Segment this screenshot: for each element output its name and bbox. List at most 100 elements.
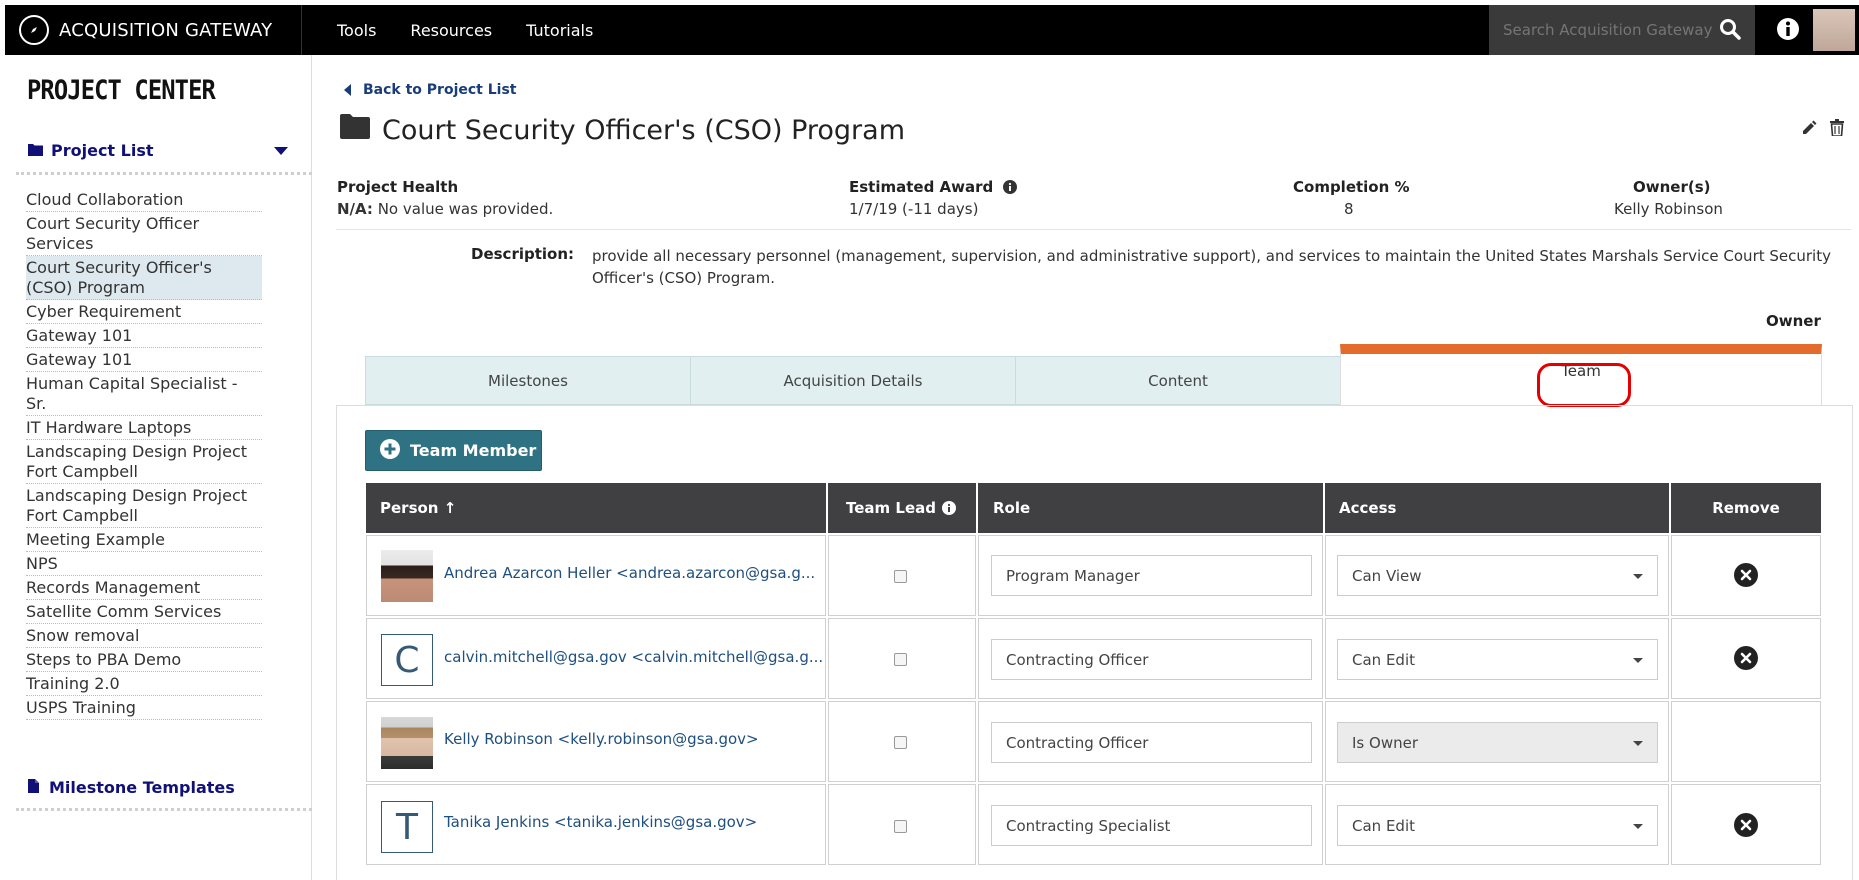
team-lead-checkbox[interactable]	[894, 570, 907, 583]
sidebar-item-project[interactable]: Snow removal	[26, 624, 262, 648]
estimated-award-label: Estimated Award	[849, 178, 1017, 198]
sidebar-item-project[interactable]: Human Capital Specialist - Sr.	[26, 372, 262, 416]
avatar-initial: T	[381, 801, 433, 853]
role-input[interactable]	[991, 722, 1312, 763]
access-value: Can Edit	[1352, 650, 1415, 669]
info-icon[interactable]	[1776, 17, 1800, 45]
sidebar-item-project[interactable]: Cyber Requirement	[26, 300, 262, 324]
person-name-link[interactable]: Andrea Azarcon Heller <andrea.azarcon@gs…	[444, 564, 815, 582]
project-health-value: N/A: No value was provided.	[337, 200, 553, 218]
project-health-na: N/A:	[337, 200, 373, 218]
user-avatar[interactable]	[1813, 9, 1855, 51]
chevron-down-icon	[1633, 824, 1643, 829]
access-select[interactable]: Can Edit	[1337, 639, 1658, 680]
sidebar-item-project[interactable]: Gateway 101	[26, 348, 262, 372]
search-box	[1489, 5, 1755, 55]
tab-acquisition-details[interactable]: Acquisition Details	[690, 356, 1016, 405]
tab-milestones[interactable]: Milestones	[365, 356, 691, 405]
page-title-text: Court Security Officer's (CSO) Program	[382, 114, 906, 146]
add-team-member-button[interactable]: Team Member	[365, 430, 542, 471]
column-header-access: Access	[1325, 483, 1669, 533]
milestone-templates-label: Milestone Templates	[49, 778, 235, 797]
project-health-text: No value was provided.	[377, 200, 554, 218]
sidebar-item-project[interactable]: Landscaping Design Project Fort Campbell	[26, 440, 262, 484]
chevron-down-icon	[1633, 741, 1643, 746]
person-name-link[interactable]: Kelly Robinson <kelly.robinson@gsa.gov>	[444, 730, 759, 748]
project-list-toggle[interactable]: Project List	[28, 141, 296, 160]
sidebar-item-project[interactable]: Satellite Comm Services	[26, 600, 262, 624]
chevron-down-icon	[1633, 658, 1643, 663]
remove-icon[interactable]	[1734, 813, 1758, 841]
sidebar-item-project[interactable]: NPS	[26, 552, 262, 576]
trash-icon[interactable]	[1830, 119, 1844, 140]
sidebar-item-project[interactable]: IT Hardware Laptops	[26, 416, 262, 440]
nav-tutorials[interactable]: Tutorials	[526, 21, 593, 40]
divider	[336, 229, 1851, 230]
role-input[interactable]	[991, 639, 1312, 680]
nav-tools[interactable]: Tools	[337, 21, 376, 40]
search-input[interactable]	[1503, 21, 1713, 39]
back-to-project-list-link[interactable]: Back to Project List	[344, 82, 516, 98]
column-header-person[interactable]: Person ↑	[366, 483, 826, 533]
add-team-member-label: Team Member	[410, 441, 537, 460]
owners-label: Owner(s)	[1633, 178, 1711, 196]
page-title: Court Security Officer's (CSO) Program	[340, 114, 905, 146]
remove-icon[interactable]	[1734, 646, 1758, 674]
sidebar-item-project[interactable]: Training 2.0	[26, 672, 262, 696]
access-select[interactable]: Can View	[1337, 555, 1658, 596]
chevron-left-icon	[344, 84, 351, 96]
person-name-link[interactable]: calvin.mitchell@gsa.gov <calvin.mitchell…	[444, 648, 823, 666]
sidebar-item-project[interactable]: Meeting Example	[26, 528, 262, 552]
sidebar-item-project[interactable]: Records Management	[26, 576, 262, 600]
estimated-award-text: Estimated Award	[849, 178, 994, 196]
owners-value: Kelly Robinson	[1614, 200, 1723, 218]
person-name-link[interactable]: Tanika Jenkins <tanika.jenkins@gsa.gov>	[444, 813, 757, 831]
sidebar-item-project[interactable]: Gateway 101	[26, 324, 262, 348]
avatar	[381, 717, 433, 769]
description-label: Description:	[471, 245, 575, 263]
access-value: Is Owner	[1352, 733, 1418, 752]
pencil-icon[interactable]	[1801, 120, 1817, 140]
search-icon[interactable]	[1719, 18, 1741, 44]
top-nav-links: Tools Resources Tutorials	[302, 21, 593, 40]
team-lead-checkbox[interactable]	[894, 653, 907, 666]
highlight-annotation	[1537, 363, 1631, 407]
info-icon[interactable]	[941, 501, 956, 515]
sidebar-item-project[interactable]: Steps to PBA Demo	[26, 648, 262, 672]
info-icon[interactable]	[1002, 180, 1017, 198]
owner-badge: Owner	[1766, 312, 1821, 330]
table-cell	[1671, 701, 1821, 782]
sidebar-item-project[interactable]: Court Security Officer Services	[26, 212, 262, 256]
sidebar-item-project[interactable]: USPS Training	[26, 696, 262, 720]
avatar	[381, 550, 433, 602]
project-list-label: Project List	[51, 141, 154, 160]
plus-circle-icon	[380, 438, 400, 463]
tab-content[interactable]: Content	[1015, 356, 1341, 405]
team-lead-checkbox[interactable]	[894, 736, 907, 749]
completion-value: 8	[1344, 200, 1354, 218]
column-header-team-lead: Team Lead	[828, 483, 976, 533]
team-lead-header-label: Team Lead	[846, 499, 936, 517]
access-value: Can Edit	[1352, 816, 1415, 835]
document-icon	[28, 778, 39, 797]
sidebar-item-project[interactable]: Cloud Collaboration	[26, 188, 262, 212]
chevron-down-icon[interactable]	[274, 147, 288, 155]
sidebar-item-project-active[interactable]: Court Security Officer's (CSO) Program	[26, 256, 262, 300]
role-input[interactable]	[991, 555, 1312, 596]
sidebar-item-project[interactable]: Landscaping Design Project Fort Campbell	[26, 484, 262, 528]
back-link-label: Back to Project List	[363, 82, 517, 98]
access-select-disabled: Is Owner	[1337, 722, 1658, 763]
divider	[16, 172, 312, 175]
folder-icon	[28, 141, 43, 160]
access-select[interactable]: Can Edit	[1337, 805, 1658, 846]
team-lead-checkbox[interactable]	[894, 820, 907, 833]
milestone-templates-link[interactable]: Milestone Templates	[28, 778, 235, 797]
role-input[interactable]	[991, 805, 1312, 846]
remove-icon[interactable]	[1734, 563, 1758, 591]
brand[interactable]: ACQUISITION GATEWAY	[5, 5, 302, 55]
description-text: provide all necessary personnel (managem…	[592, 247, 1831, 287]
chevron-down-icon	[1633, 574, 1643, 579]
folder-icon	[340, 114, 370, 146]
brand-name: ACQUISITION GATEWAY	[59, 19, 273, 41]
nav-resources[interactable]: Resources	[410, 21, 492, 40]
